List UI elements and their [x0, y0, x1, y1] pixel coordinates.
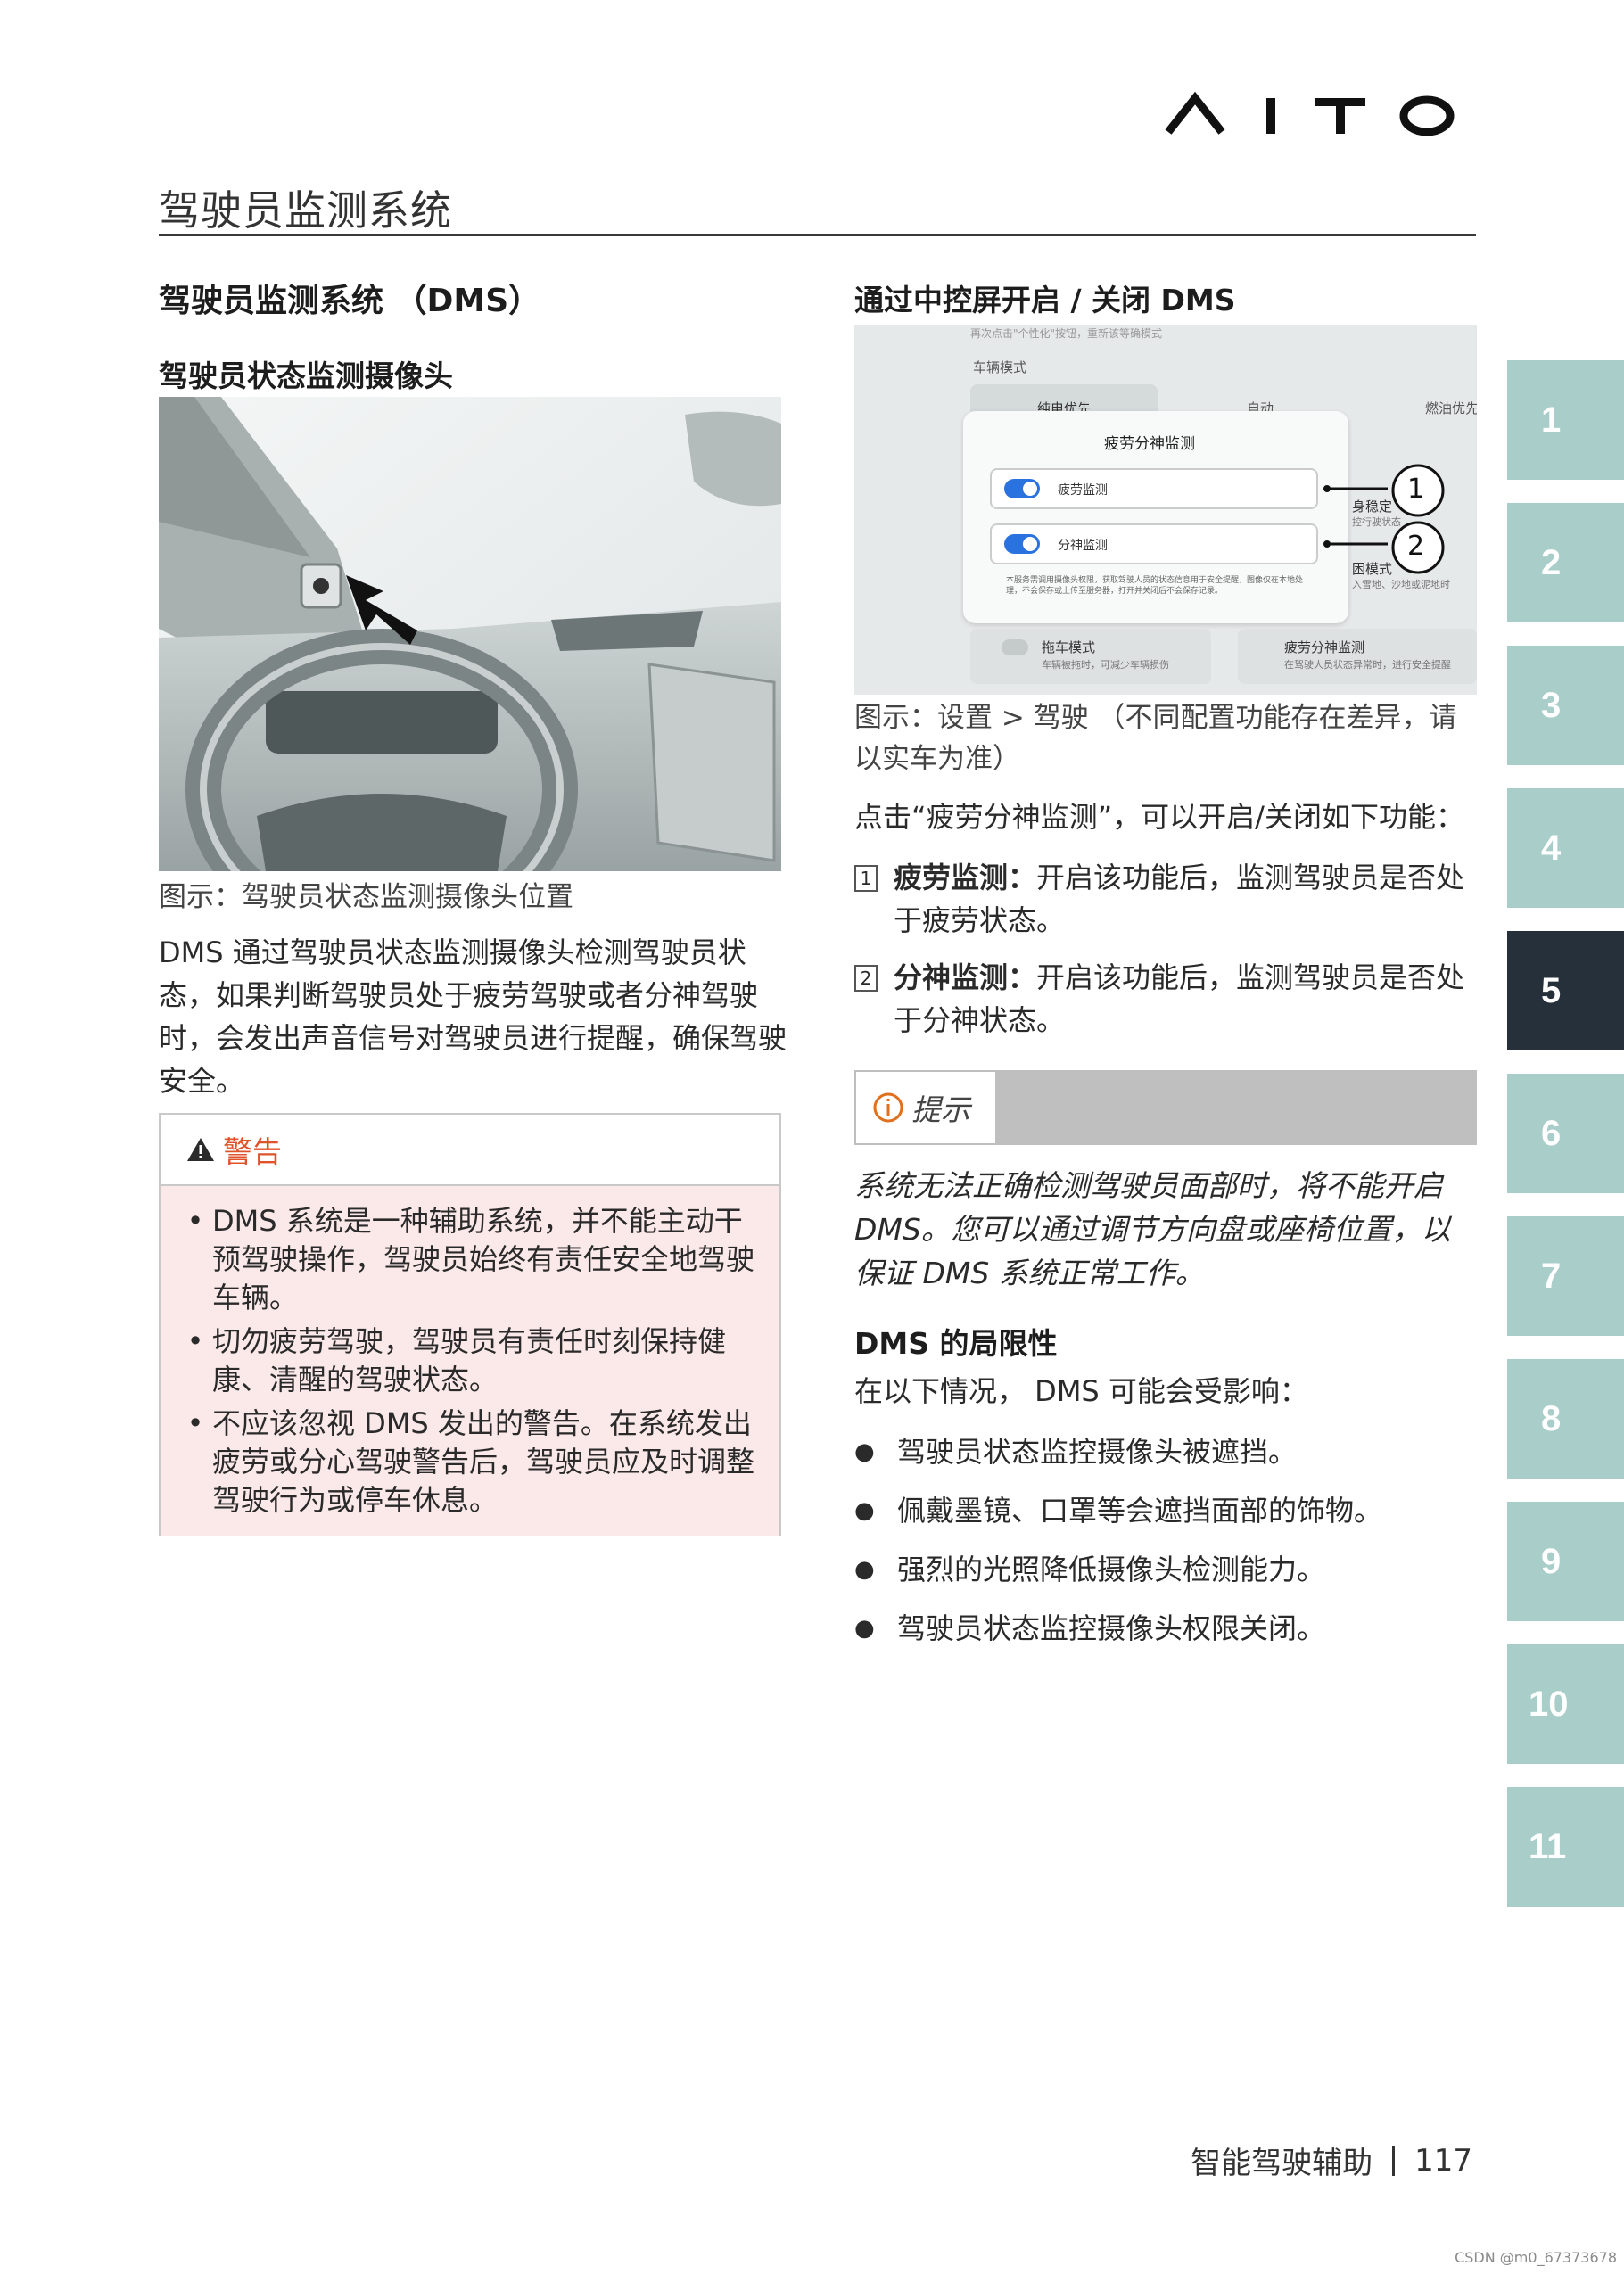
- enable-dms-heading: 通过中控屏开启 / 关闭 DMS: [854, 283, 1236, 317]
- dms-description: DMS 通过驾驶员状态监测摄像头检测驾驶员状态，如果判断驾驶员处于疲劳驾驶或者分…: [159, 935, 787, 1098]
- tip-header: 提示: [856, 1072, 995, 1143]
- feature-number: 2: [854, 965, 878, 992]
- chapter-name: 智能驾驶辅助: [1191, 2146, 1373, 2181]
- chapter-tab-10[interactable]: 10: [1507, 1644, 1624, 1764]
- warning-item: • 切勿疲劳驾驶，驾驶员有责任时刻保持健康、清醒的驾驶状态。: [186, 1324, 727, 1397]
- side-text-1b: 控行驶状态: [1352, 516, 1401, 528]
- section-divider: [159, 234, 1476, 236]
- feature-list: 1 疲劳监测：开启该功能后，监测驾驶员是否处于疲劳状态。 2 分神监测：开启该功…: [854, 856, 1473, 1056]
- feature-item: 1 疲劳监测：开启该功能后，监测驾驶员是否处于疲劳状态。: [854, 856, 1473, 942]
- aito-logo: [1165, 91, 1455, 136]
- chapter-tab-3[interactable]: 3: [1507, 646, 1624, 765]
- warning-item: • DMS 系统是一种辅助系统，并不能主动干预驾驶操作，驾驶员始终有责任安全地驾驶…: [186, 1204, 755, 1314]
- warning-icon: [187, 1138, 214, 1161]
- feature-intro: 点击“疲劳分神监测”，可以开启/关闭如下功能：: [854, 800, 1464, 834]
- warning-header: 警告: [161, 1115, 779, 1186]
- warning-item: • 不应该忽视 DMS 发出的警告。在系统发出疲劳或分心驾驶警告后，驾驶员应及时调…: [186, 1406, 755, 1517]
- limits-heading: DMS 的局限性: [854, 1326, 1058, 1361]
- camera-location-photo: [159, 397, 781, 871]
- feature-name: 疲劳监测：: [894, 861, 1037, 894]
- side-text-1: 身稳定: [1352, 498, 1393, 515]
- page-footer: 智能驾驶辅助 117: [1191, 2138, 1472, 2182]
- chapter-tab-7[interactable]: 7: [1507, 1216, 1624, 1336]
- camera-subheading: 驾驶员状态监测摄像头: [159, 358, 453, 393]
- limits-intro: 在以下情况， DMS 可能会受影响：: [854, 1374, 1308, 1408]
- side-text-2b: 入雪地、沙地或泥地时: [1352, 579, 1450, 590]
- chapter-tab-9[interactable]: 9: [1507, 1502, 1624, 1621]
- tow-mode-title: 拖车模式: [1042, 639, 1096, 655]
- footer-separator: [1392, 2145, 1396, 2176]
- dms-heading: 驾驶员监测系统 （DMS）: [159, 283, 541, 319]
- callout-1: 1: [1407, 474, 1425, 505]
- limit-item: ● 强烈的光照降低摄像头检测能力。: [854, 1553, 1326, 1586]
- warning-title: 警告: [223, 1134, 282, 1169]
- watermark: CSDN @m0_67373678: [1455, 2249, 1617, 2266]
- callout-2: 2: [1407, 531, 1425, 562]
- chapter-tab-2[interactable]: 2: [1507, 503, 1624, 622]
- tow-mode-desc: 车辆被拖时，可减少车辆损伤: [1042, 659, 1169, 671]
- chapter-tab-1[interactable]: 1: [1507, 360, 1624, 480]
- limits-list: ● 驾驶员状态监控摄像头被遮挡。 ● 佩戴墨镜、口罩等会遮挡面部的饰物。 ● 强烈的光…: [854, 1432, 1382, 1668]
- limit-item: ● 驾驶员状态监控摄像头被遮挡。: [854, 1435, 1298, 1469]
- info-icon: [873, 1092, 903, 1123]
- camera-figure-caption: 图示：驾驶员状态监测摄像头位置: [159, 881, 573, 913]
- chapter-tab-6[interactable]: 6: [1507, 1074, 1624, 1193]
- warning-box: 警告 • DMS 系统是一种辅助系统，并不能主动干预驾驶操作，驾驶员始终有责任安全…: [159, 1113, 781, 1536]
- chapter-tab-4[interactable]: 4: [1507, 788, 1624, 908]
- side-text-2: 困模式: [1352, 561, 1393, 577]
- fatigue-card-desc: 在驾驶人员状态异常时，进行安全提醒: [1284, 659, 1451, 671]
- tip-text: 系统无法正确检测驾驶员面部时，将不能开启 DMS。您可以通过调节方向盘或座椅位置…: [854, 1168, 1451, 1290]
- limit-item: ● 佩戴墨镜、口罩等会遮挡面部的饰物。: [854, 1494, 1383, 1528]
- screen-figure-caption: 图示：设置 > 驾驶 （不同配置功能存在差异，请以实车为准）: [854, 702, 1457, 775]
- chapter-tab-8[interactable]: 8: [1507, 1359, 1624, 1479]
- feature-item: 2 分神监测：开启该功能后，监测驾驶员是否处于分神状态。: [854, 956, 1473, 1042]
- fatigue-card-title[interactable]: 疲劳分神监测: [1284, 638, 1364, 656]
- section-title: 驾驶员监测系统: [159, 186, 452, 235]
- tow-toggle[interactable]: [1002, 639, 1028, 655]
- warning-body: • DMS 系统是一种辅助系统，并不能主动干预驾驶操作，驾驶员始终有责任安全地驾驶…: [161, 1186, 779, 1536]
- chapter-tab-5[interactable]: 5: [1507, 931, 1624, 1050]
- tip-label: 提示: [911, 1092, 970, 1127]
- feature-name: 分神监测：: [894, 960, 1037, 994]
- chapter-tab-11[interactable]: 11: [1507, 1787, 1624, 1907]
- page-number: 117: [1414, 2142, 1472, 2179]
- center-screen-screenshot: 再次点击"个性化"按钮，重新该等确模式 车辆模式 纯电优先 自动 燃油优先 疲劳…: [854, 325, 1477, 695]
- feature-number: 1: [854, 865, 878, 892]
- limit-item: ● 驾驶员状态监控摄像头权限关闭。: [854, 1611, 1326, 1645]
